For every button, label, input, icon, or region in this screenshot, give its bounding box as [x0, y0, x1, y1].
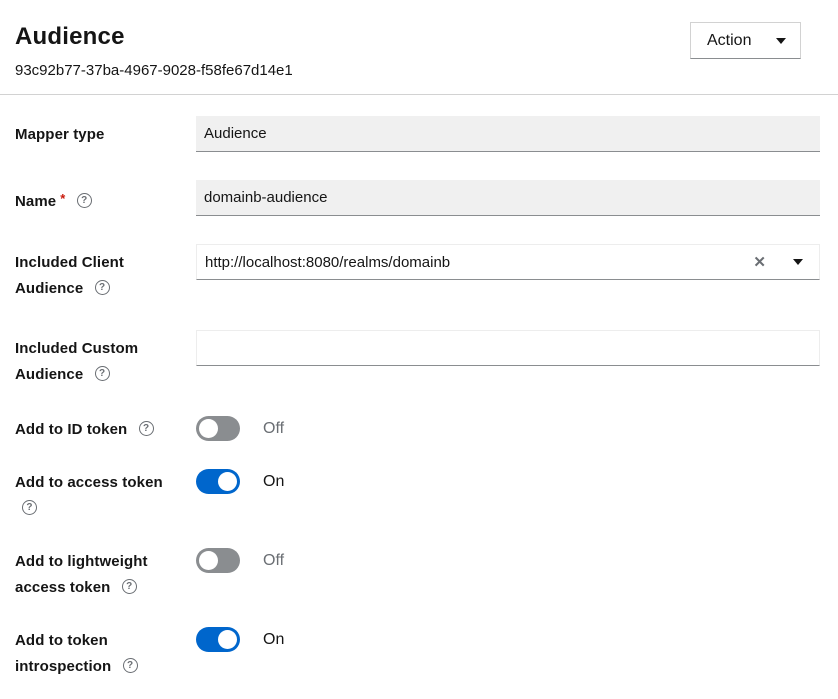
name-input: [196, 180, 820, 216]
question-circle-icon[interactable]: [123, 658, 138, 673]
form-row-name: Name *: [15, 180, 820, 216]
add-to-token-introspection-toggle[interactable]: [196, 627, 240, 652]
mapper-id: 93c92b77-37ba-4967-9028-f58fe67d14e1: [15, 62, 822, 79]
field-label-text: Mapper type: [15, 126, 104, 143]
selected-audience-value: http://localhost:8080/realms/domainb: [205, 254, 745, 271]
toggle-state-label: Off: [263, 420, 284, 438]
question-circle-icon[interactable]: [22, 500, 37, 515]
add-to-lightweight-access-token-toggle[interactable]: [196, 548, 240, 573]
field-label-mapper-type: Mapper type: [15, 116, 196, 148]
toggle-knob: [199, 551, 218, 570]
add-to-lightweight-access-token-toggle-group: Off: [196, 548, 820, 573]
question-circle-icon[interactable]: [95, 280, 110, 295]
required-asterisk: *: [60, 191, 65, 206]
field-label-add-to-lightweight-access-token: Add to lightweight access token: [15, 548, 196, 601]
form-row-mapper-type: Mapper type: [15, 116, 820, 152]
form-row-add-to-id-token: Add to ID token Off: [15, 416, 820, 443]
included-custom-audience-input[interactable]: [196, 330, 820, 366]
add-to-token-introspection-toggle-group: On: [196, 627, 820, 652]
toggle-knob: [199, 419, 218, 438]
toggle-knob: [218, 472, 237, 491]
form-row-add-to-access-token: Add to access token On: [15, 469, 820, 522]
toggle-state-label: On: [263, 473, 284, 491]
caret-down-icon: [776, 38, 786, 44]
field-label-text: Included Custom Audience: [15, 340, 138, 383]
mapper-details-form: Mapper type Name * Included Client Audien…: [0, 95, 838, 680]
action-dropdown-button[interactable]: Action: [690, 22, 801, 59]
field-label-included-custom-audience: Included Custom Audience: [15, 330, 196, 388]
page-header: Audience 93c92b77-37ba-4967-9028-f58fe67…: [0, 0, 838, 95]
form-row-included-client-audience: Included Client Audience http://localhos…: [15, 244, 820, 302]
question-circle-icon[interactable]: [122, 579, 137, 594]
question-circle-icon[interactable]: [77, 193, 92, 208]
add-to-access-token-toggle-group: On: [196, 469, 820, 494]
clear-icon[interactable]: [745, 255, 774, 270]
add-to-id-token-toggle[interactable]: [196, 416, 240, 441]
included-client-audience-select[interactable]: http://localhost:8080/realms/domainb: [196, 244, 820, 280]
caret-down-icon[interactable]: [793, 259, 803, 265]
add-to-access-token-toggle[interactable]: [196, 469, 240, 494]
field-label-text: Add to ID token: [15, 421, 127, 438]
field-label-name: Name *: [15, 180, 196, 215]
toggle-state-label: Off: [263, 552, 284, 570]
question-circle-icon[interactable]: [95, 366, 110, 381]
form-row-included-custom-audience: Included Custom Audience: [15, 330, 820, 388]
field-label-text: Add to token introspection: [15, 632, 111, 675]
field-label-add-to-access-token: Add to access token: [15, 469, 196, 522]
mapper-type-input: [196, 116, 820, 152]
form-row-add-to-token-introspection: Add to token introspection On: [15, 627, 820, 680]
field-label-text: Name: [15, 193, 56, 210]
field-label-add-to-id-token: Add to ID token: [15, 416, 196, 443]
field-label-add-to-token-introspection: Add to token introspection: [15, 627, 196, 680]
toggle-state-label: On: [263, 631, 284, 649]
toggle-knob: [218, 630, 237, 649]
add-to-id-token-toggle-group: Off: [196, 416, 820, 441]
question-circle-icon[interactable]: [139, 421, 154, 436]
action-dropdown-label: Action: [707, 32, 751, 50]
field-label-text: Add to access token: [15, 474, 163, 491]
form-row-add-to-lightweight-access-token: Add to lightweight access token Off: [15, 548, 820, 601]
field-label-included-client-audience: Included Client Audience: [15, 244, 196, 302]
